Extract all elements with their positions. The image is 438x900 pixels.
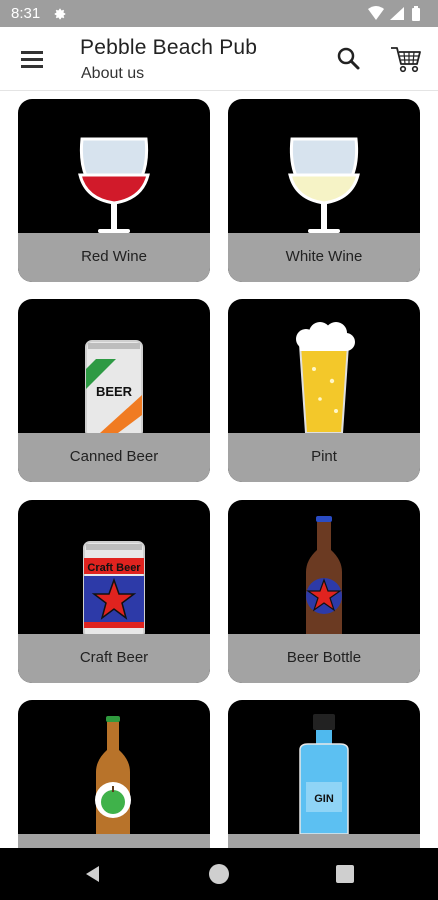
product-grid: Red Wine White Wine BEER Canned Beer Pin… — [0, 92, 438, 848]
wifi-icon — [368, 6, 384, 20]
product-label: Red Wine — [81, 248, 147, 265]
product-card-gin[interactable]: GIN — [228, 700, 420, 848]
white-wine-glass-icon — [288, 137, 360, 233]
craft-beer-can-icon: Craft Beer — [83, 541, 145, 634]
gear-icon — [54, 8, 66, 20]
svg-text:GIN: GIN — [314, 793, 334, 805]
product-card-canned-beer[interactable]: BEER Canned Beer — [18, 299, 210, 482]
back-icon[interactable] — [82, 863, 104, 885]
product-label: Craft Beer — [79, 649, 149, 666]
menu-icon — [21, 51, 43, 54]
product-card-beer-bottle[interactable]: Beer Bottle — [228, 500, 420, 683]
status-icons — [368, 6, 420, 21]
system-nav-bar — [0, 848, 438, 900]
app-subtitle: About us — [81, 65, 145, 82]
status-time: 8:31 — [11, 5, 41, 22]
signal-icon — [390, 7, 404, 20]
status-bar: 8:31 — [0, 0, 438, 27]
product-card-pint[interactable]: Pint — [228, 299, 420, 482]
product-card-craft-beer[interactable]: Craft Beer Craft Beer — [18, 500, 210, 683]
svg-text:BEER: BEER — [96, 384, 133, 399]
product-label: Canned Beer — [69, 448, 159, 465]
gin-bottle-icon: GIN — [299, 714, 349, 834]
beer-bottle-icon — [306, 516, 342, 634]
home-icon[interactable] — [209, 864, 229, 884]
product-label: Pint — [311, 448, 337, 465]
svg-text:Craft Beer: Craft Beer — [87, 562, 141, 574]
product-label: White Wine — [285, 248, 363, 265]
product-card-cider[interactable] — [18, 700, 210, 848]
recent-apps-icon[interactable] — [336, 865, 354, 883]
battery-icon — [412, 8, 420, 21]
cart-icon[interactable] — [389, 42, 423, 76]
menu-button[interactable] — [12, 43, 52, 75]
product-label: Beer Bottle — [286, 649, 362, 666]
app-bar: Pebble Beach Pub About us — [0, 27, 438, 91]
red-wine-glass-icon — [78, 137, 150, 233]
beer-can-icon: BEER — [85, 340, 143, 433]
app-title: Pebble Beach Pub — [80, 36, 258, 59]
product-card-red-wine[interactable]: Red Wine — [18, 99, 210, 282]
cider-bottle-icon — [95, 716, 131, 834]
pint-glass-icon — [296, 322, 355, 433]
product-card-white-wine[interactable]: White Wine — [228, 99, 420, 282]
search-icon[interactable] — [333, 43, 365, 75]
